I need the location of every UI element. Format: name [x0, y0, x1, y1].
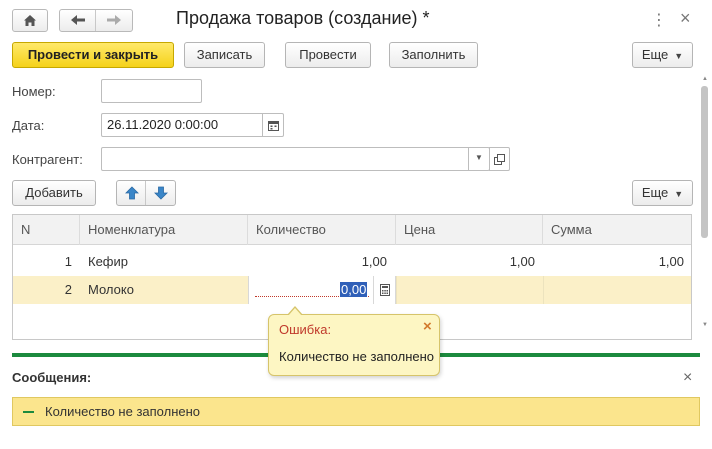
caret-down-icon: ▼ — [674, 51, 684, 61]
table-more-label: Еще — [641, 185, 669, 200]
column-header-qty[interactable]: Количество — [248, 215, 396, 245]
more-button-label: Еще — [641, 47, 669, 62]
fill-button[interactable]: Заполнить — [389, 42, 478, 68]
cell-qty: 1,00 — [361, 254, 387, 269]
back-button[interactable] — [60, 10, 96, 31]
tooltip-title: Ошибка: — [279, 322, 332, 337]
column-header-n[interactable]: N — [13, 215, 80, 245]
cell-price — [396, 276, 535, 304]
open-icon — [494, 154, 505, 165]
move-down-button[interactable] — [147, 181, 175, 205]
column-header-item[interactable]: Номенклатура — [80, 215, 248, 245]
arrow-left-icon — [71, 15, 85, 25]
arrow-right-icon — [107, 15, 121, 25]
message-item[interactable]: Количество не заполнено — [12, 397, 700, 426]
move-up-button[interactable] — [117, 181, 146, 205]
close-icon[interactable]: × — [423, 318, 432, 335]
counterparty-label: Контрагент: — [12, 152, 83, 167]
tooltip-text: Количество не заполнено — [279, 349, 435, 364]
message-text: Количество не заполнено — [45, 404, 201, 419]
scroll-up-icon[interactable]: ▲ — [702, 76, 708, 82]
cell-sum: 1,00 — [658, 254, 684, 269]
forward-button[interactable] — [97, 10, 132, 31]
caret-down-icon: ▼ — [674, 189, 684, 199]
table-more-button[interactable]: Еще ▼ — [632, 180, 693, 206]
add-button[interactable]: Добавить — [12, 180, 96, 206]
date-label: Дата: — [12, 118, 45, 133]
close-messages-icon[interactable]: × — [683, 369, 692, 387]
date-field[interactable]: 26.11.2020 0:00:00 — [101, 113, 263, 137]
home-icon — [24, 15, 36, 26]
table-row[interactable]: 1 Кефир 1,00 1,00 1,00 — [13, 248, 691, 276]
post-and-close-button[interactable]: Провести и закрыть — [12, 42, 174, 68]
close-icon[interactable]: × — [680, 8, 691, 29]
cell-n: 1 — [64, 254, 72, 269]
cell-sum — [543, 276, 684, 304]
more-button[interactable]: Еще ▼ — [632, 42, 693, 68]
counterparty-field[interactable] — [101, 147, 469, 171]
post-button[interactable]: Провести — [285, 42, 371, 68]
counterparty-open-button[interactable] — [489, 147, 510, 171]
vertical-scrollbar[interactable] — [701, 86, 708, 238]
cell-n: 2 — [64, 282, 72, 297]
qty-input-value: 0,00 — [340, 282, 368, 297]
number-label: Номер: — [12, 84, 56, 99]
scroll-down-icon[interactable]: ▼ — [702, 322, 708, 328]
column-header-price[interactable]: Цена — [396, 215, 543, 245]
number-field[interactable] — [101, 79, 202, 103]
calendar-icon — [267, 121, 279, 131]
write-button[interactable]: Записать — [184, 42, 265, 68]
caret-down-icon: ▼ — [475, 153, 483, 162]
message-dash-icon — [23, 411, 34, 413]
column-header-sum[interactable]: Сумма — [543, 215, 691, 245]
table-header: N Номенклатура Количество Цена Сумма — [13, 215, 691, 245]
cell-item: Кефир — [88, 254, 128, 269]
vertical-ellipsis-icon[interactable]: ⋮ — [651, 10, 667, 30]
counterparty-dropdown-button[interactable]: ▼ — [468, 147, 490, 171]
qty-edit-field[interactable]: 0,00 — [248, 276, 396, 304]
calculator-icon — [380, 284, 390, 296]
messages-title: Сообщения: — [12, 370, 92, 385]
calendar-button[interactable] — [262, 113, 284, 137]
arrow-down-icon — [154, 186, 168, 200]
calculator-button[interactable] — [373, 276, 395, 304]
cell-price: 1,00 — [509, 254, 535, 269]
cell-item: Молоко — [88, 282, 134, 297]
arrow-up-icon — [125, 186, 139, 200]
page-title: Продажа товаров (создание) * — [176, 8, 430, 28]
table-row[interactable]: 2 Молоко 0,00 — [13, 276, 691, 304]
error-tooltip: Ошибка: × Количество не заполнено — [268, 306, 440, 376]
home-button[interactable] — [12, 9, 48, 32]
